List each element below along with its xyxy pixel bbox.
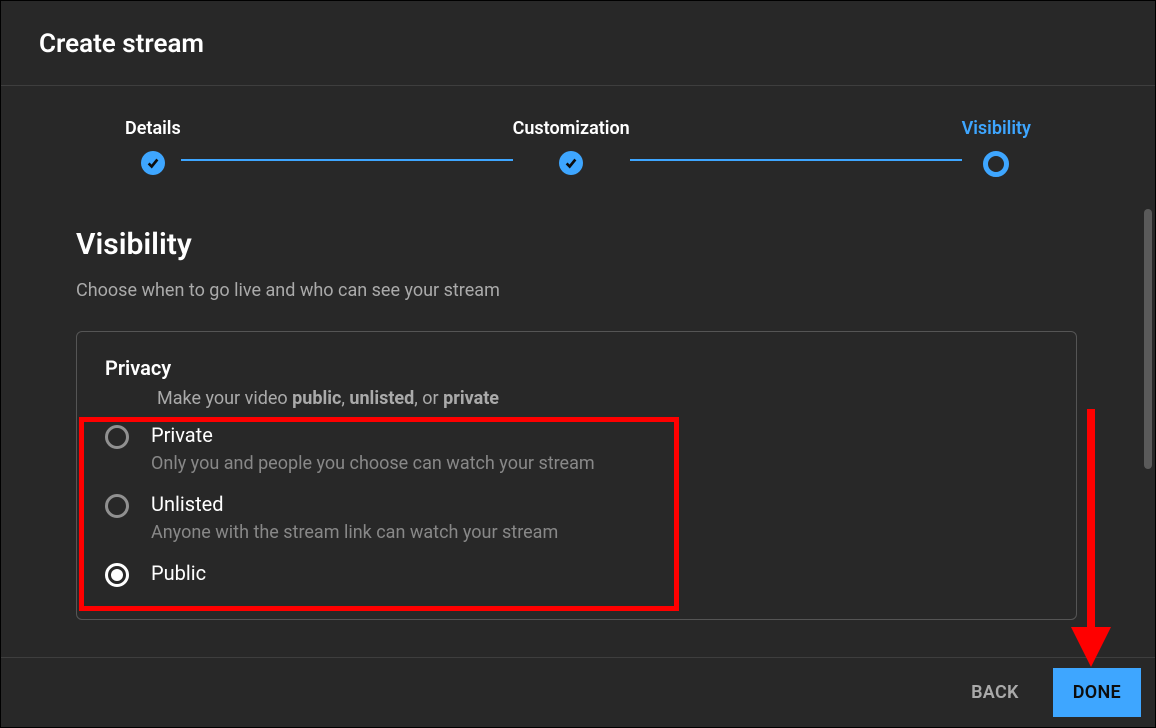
connector [181, 159, 513, 161]
done-button[interactable]: DONE [1053, 668, 1141, 717]
step-details[interactable]: Details [125, 118, 181, 175]
create-stream-modal: Create stream Details Customization Visi… [0, 0, 1156, 728]
step-label: Details [125, 118, 181, 139]
step-visibility[interactable]: Visibility [962, 118, 1031, 177]
step-check-icon [141, 151, 165, 175]
stepper: Details Customization Visibility [1, 86, 1155, 177]
option-label: Private [151, 423, 1048, 447]
option-desc: Anyone with the stream link can watch yo… [151, 522, 1048, 543]
option-public[interactable]: Public [105, 561, 1048, 591]
content-area: Visibility Choose when to go live and wh… [1, 177, 1155, 639]
option-label: Public [151, 561, 1048, 585]
privacy-options: Private Only you and people you choose c… [105, 423, 1048, 591]
step-label: Visibility [962, 118, 1031, 139]
back-button[interactable]: BACK [951, 668, 1039, 717]
step-label: Customization [513, 118, 630, 139]
privacy-title: Privacy [105, 356, 1048, 380]
option-private[interactable]: Private Only you and people you choose c… [105, 423, 1048, 474]
section-title: Visibility [76, 227, 1077, 262]
modal-title: Create stream [39, 29, 1117, 59]
connector [630, 159, 962, 161]
privacy-subtitle: Make your video public, unlisted, or pri… [157, 388, 1048, 409]
modal-header: Create stream [1, 1, 1155, 86]
modal-footer: BACK DONE [1, 657, 1155, 727]
radio-icon[interactable] [105, 494, 129, 518]
step-check-icon [559, 151, 583, 175]
step-customization[interactable]: Customization [513, 118, 630, 175]
option-label: Unlisted [151, 492, 1048, 516]
scrollbar[interactable] [1144, 209, 1152, 469]
privacy-card: Privacy Make your video public, unlisted… [76, 331, 1077, 620]
radio-icon[interactable] [105, 563, 129, 587]
option-unlisted[interactable]: Unlisted Anyone with the stream link can… [105, 492, 1048, 543]
step-current-icon [983, 151, 1009, 177]
section-subtitle: Choose when to go live and who can see y… [76, 280, 1077, 301]
radio-icon[interactable] [105, 425, 129, 449]
option-desc: Only you and people you choose can watch… [151, 453, 1048, 474]
